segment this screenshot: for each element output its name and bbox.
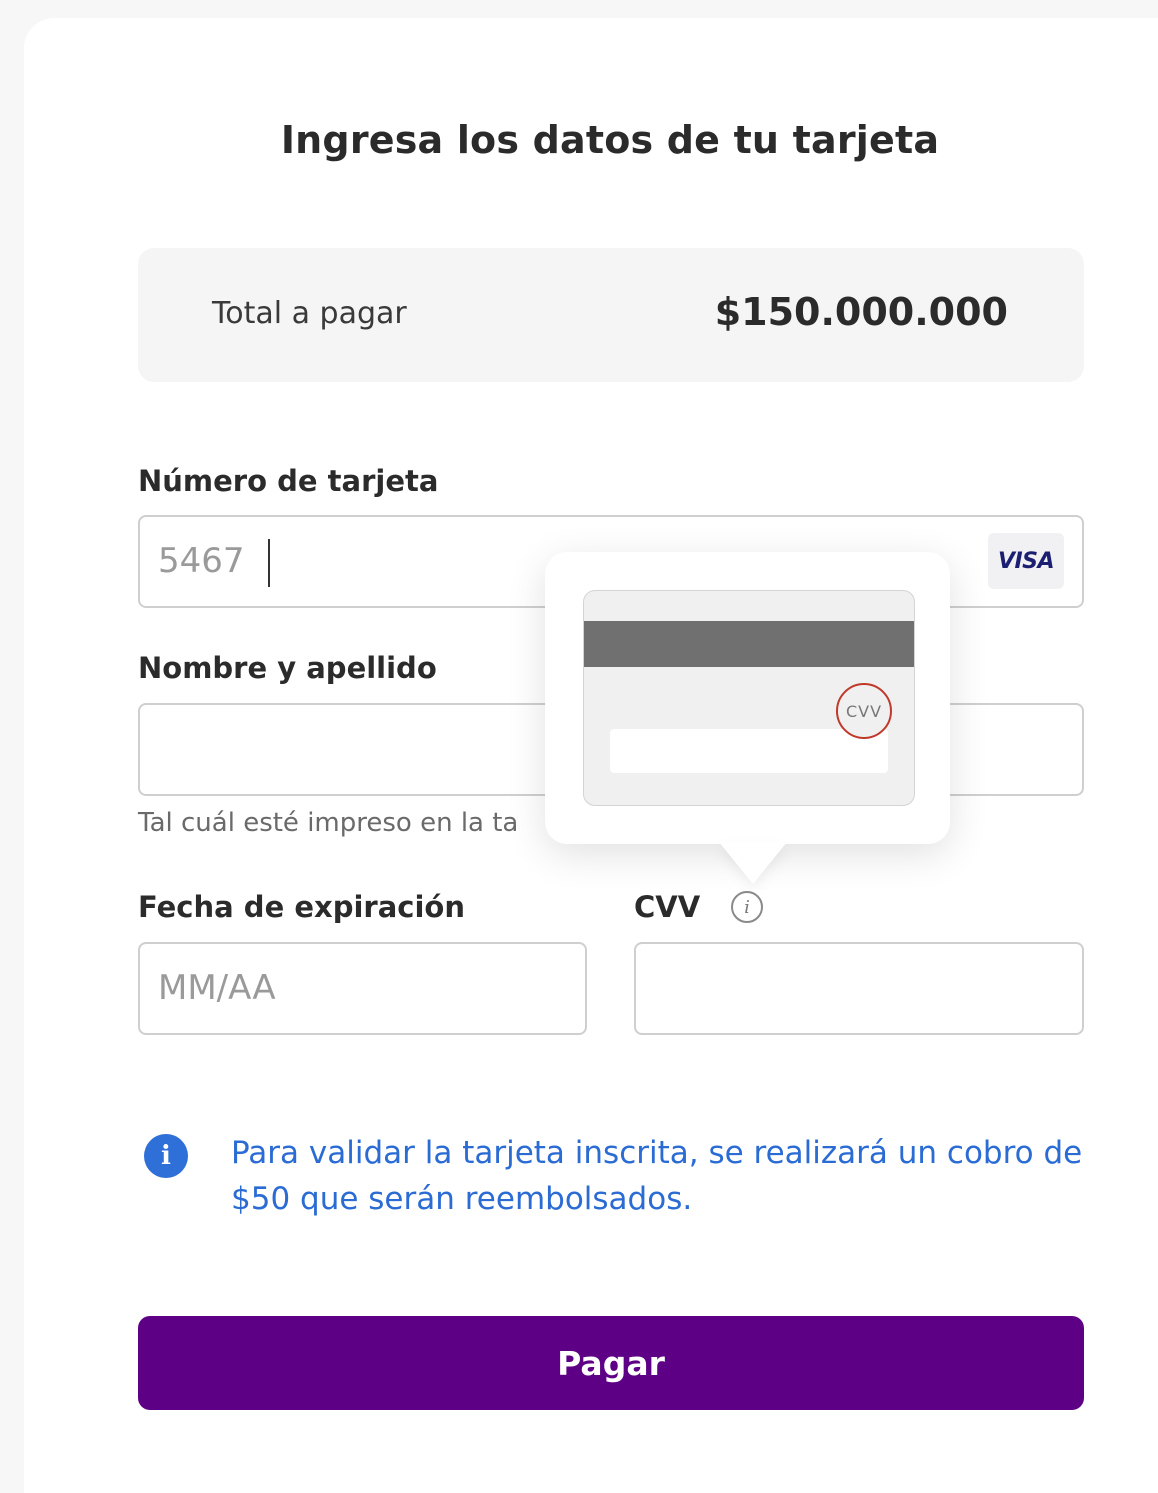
total-label: Total a pagar xyxy=(212,296,407,331)
card-number-label: Número de tarjeta xyxy=(138,464,439,498)
card-back-illustration: CVV xyxy=(583,590,915,806)
info-icon: i xyxy=(144,1134,188,1178)
name-helper-text: Tal cuál esté impreso en la ta xyxy=(138,808,519,838)
info-icon[interactable]: i xyxy=(731,891,763,923)
text-caret xyxy=(268,539,270,587)
total-summary: Total a pagar $150.000.000 xyxy=(138,248,1084,382)
name-label: Nombre y apellido xyxy=(138,651,437,685)
cvv-badge: CVV xyxy=(836,683,892,739)
magnetic-strip xyxy=(584,621,914,667)
signature-strip xyxy=(610,729,888,773)
expiry-label: Fecha de expiración xyxy=(138,890,465,924)
refund-notice: Para validar la tarjeta inscrita, se rea… xyxy=(231,1135,1083,1217)
total-amount: $150.000.000 xyxy=(714,290,1008,334)
page-title: Ingresa los datos de tu tarjeta xyxy=(280,118,940,162)
tooltip-arrow xyxy=(719,842,787,884)
cvv-label: CVV xyxy=(634,890,701,924)
visa-icon: VISA xyxy=(988,533,1064,589)
pay-button[interactable]: Pagar xyxy=(138,1316,1084,1410)
expiry-input[interactable]: MM/AA xyxy=(138,942,587,1035)
cvv-input[interactable] xyxy=(634,942,1084,1035)
cvv-tooltip: CVV xyxy=(545,552,950,884)
card-number-value: 5467 xyxy=(158,541,245,581)
expiry-placeholder: MM/AA xyxy=(158,968,276,1008)
